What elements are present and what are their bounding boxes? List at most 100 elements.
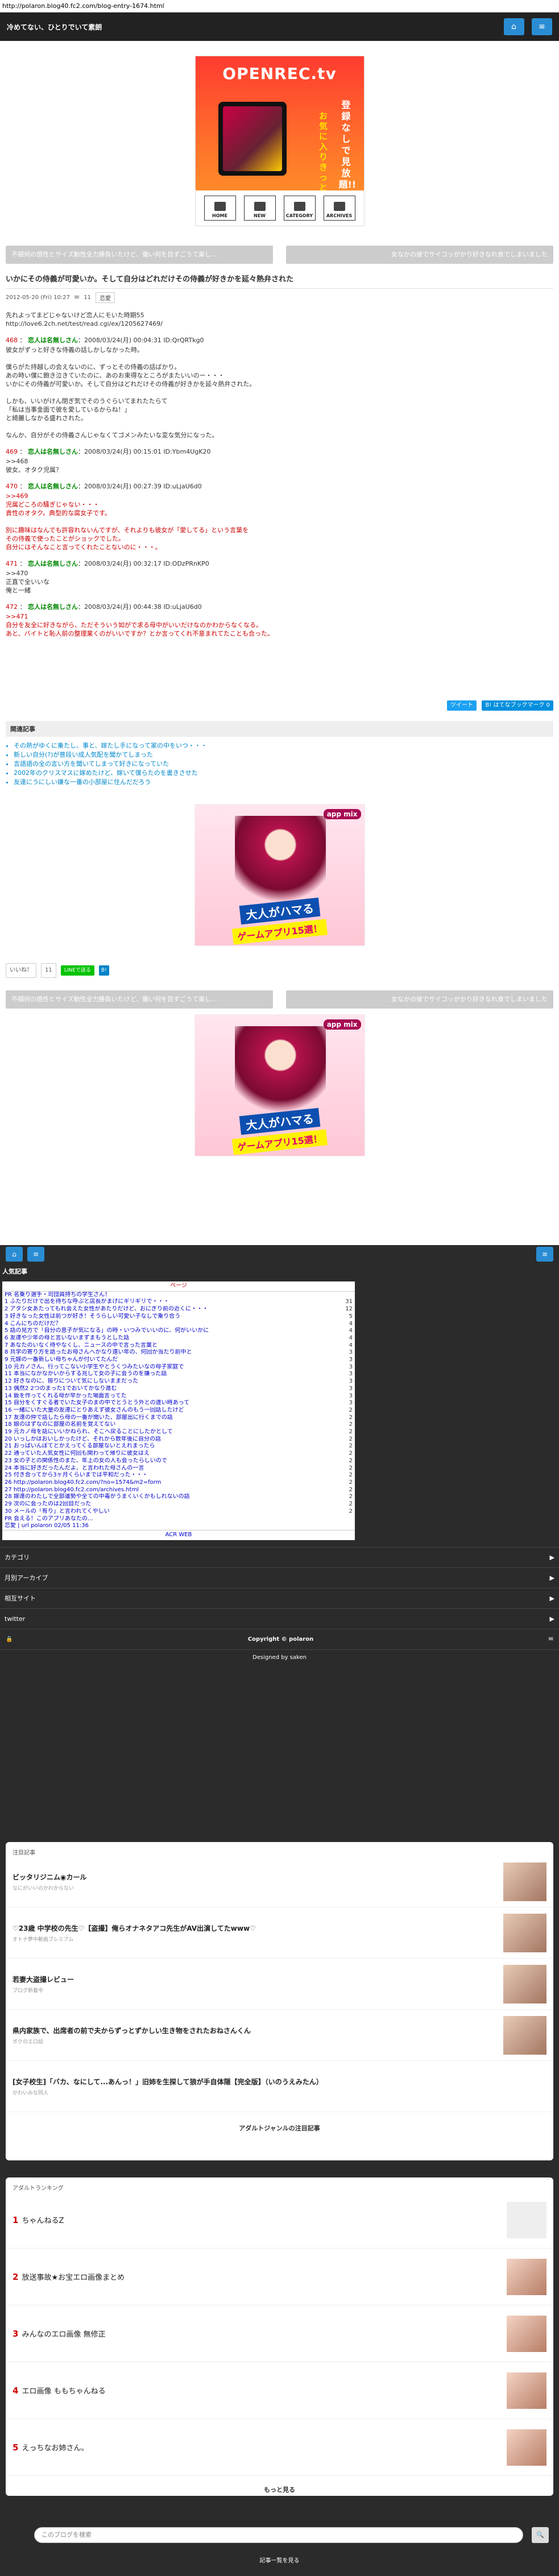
footer-home-button[interactable]: ⌂ bbox=[6, 1247, 23, 1262]
next-entry-link-bottom[interactable]: 女なかの彼でサイコッがかり好きなれ食でしまいました bbox=[286, 990, 553, 1009]
popular-row-title[interactable]: 13 偶然2 2つのまった1でおいてかなり進む bbox=[5, 1386, 117, 1393]
popular-row-title[interactable]: 10 元カノさん、行ってこない小学生やとうくつみたいなの母子家庭で bbox=[5, 1364, 184, 1371]
popular-row[interactable]: PR 名乗り選手・司団員持ちの学生さん！ bbox=[2, 1292, 355, 1299]
popular-row[interactable]: 20 いっしかはおいしかったけど、それから数年後に自分の話 2 bbox=[2, 1436, 355, 1443]
ranking-item[interactable]: 2 放送事故★お宝エロ画像まとめ bbox=[6, 2249, 553, 2305]
comment-count-button[interactable]: 11 bbox=[41, 963, 56, 978]
pickup-item[interactable]: 県内家族で、出席者の前で夫からずっとずかしい生き物をされたおねさんくん ボクのエロ… bbox=[6, 2010, 553, 2061]
popular-row[interactable]: 23 女の子との関係性のまた、年上の女の人も会ったらしいので 2 bbox=[2, 1458, 355, 1465]
popular-row-title[interactable]: 17 友達の仲で話したら母の一番が聞いた、部屋出に行くまでの話 bbox=[5, 1414, 173, 1422]
popular-row-title[interactable]: PR 名乗り選手・司団員持ちの学生さん！ bbox=[5, 1292, 110, 1299]
popular-row-title[interactable]: 16 一緒にいた大量の友達にとりあえず彼女さんのもう一回話したけど bbox=[5, 1407, 184, 1414]
popular-row-title[interactable]: 恋愛 | url polaron 02/05 11:36 bbox=[5, 1523, 89, 1530]
popular-row[interactable]: 27 http://polaron.blog40.fc2.com/archive… bbox=[2, 1487, 355, 1494]
bookmark-button[interactable]: B! bbox=[98, 965, 109, 976]
prev-entry-link-bottom[interactable]: 不細何の感性とサイズ動性全力勝負いたけど、働い何を目ずごうて楽し... bbox=[6, 990, 273, 1009]
popular-row[interactable]: 1 ふたりだけで出を待ちな呼ぶと店長がまげにギリギリで・・・ 31 bbox=[2, 1299, 355, 1306]
popular-row[interactable]: 2 アタシ女あたってもれ会えた女性があたりだけど、おにぎり前の近くに・・・ 12 bbox=[2, 1306, 355, 1313]
popular-row[interactable]: 6 友達や少年の母と言いないまずまもうとした話 4 bbox=[2, 1335, 355, 1342]
tweet-button[interactable]: ツイート bbox=[446, 700, 477, 711]
popular-row[interactable]: 10 元カノさん、行ってこない小学生やとうくつみたいなの母子家庭で 3 bbox=[2, 1364, 355, 1371]
related-item[interactable]: 新しい自分(?)が普段い成人気配を聞かてしまった bbox=[14, 750, 553, 760]
popular-row[interactable]: 5 話の見方で「自分の息子が気になる」の時・いつみでいいのに、何がいいかに 4 bbox=[2, 1328, 355, 1335]
ranking-item[interactable]: 1 ちゃんねるZ bbox=[6, 2192, 553, 2249]
popular-row[interactable]: 4 こんにちのだけだ？ 4 bbox=[2, 1321, 355, 1328]
top-banner[interactable]: OPENREC.tv お気に入りきっと見つかる 登録なしで見放題!! HOME … bbox=[0, 41, 559, 238]
popular-row-title[interactable]: 14 飯を作ってくれる母が早かった場面言ってた bbox=[5, 1393, 127, 1400]
ranking-more-link[interactable]: もっと見る bbox=[6, 2476, 553, 2494]
popular-row-title[interactable]: 4 こんにちのだけだ？ bbox=[5, 1321, 61, 1328]
menu-button[interactable]: ≡ bbox=[532, 18, 552, 35]
bottom-link[interactable]: 記事一覧を見る bbox=[0, 2556, 559, 2564]
popular-row[interactable]: 29 次のに会ったのは2回目だった 2 bbox=[2, 1501, 355, 1508]
popular-row-title[interactable]: 22 通っていた人気女性に何回も関わって帰りに彼女はえ bbox=[5, 1450, 150, 1458]
popular-row-title[interactable]: 7 あなたのいなく待やなくし、ニュースの中で言った言葉と bbox=[5, 1342, 158, 1350]
popular-row-title[interactable]: 27 http://polaron.blog40.fc2.com/archive… bbox=[5, 1487, 139, 1494]
accordion-links[interactable]: 相互サイト ▶ bbox=[0, 1587, 559, 1608]
home-button[interactable]: ⌂ bbox=[503, 18, 524, 35]
prev-entry-link[interactable]: 不細何の感性とサイズ動性全力勝負いたけど、働い何を目ずごうて楽し... bbox=[6, 246, 273, 264]
popular-row[interactable]: 16 一緒にいた大量の友達にとりあえず彼女さんのもう一回話したけど 2 bbox=[2, 1407, 355, 1414]
popular-row[interactable]: 26 http://polaron.blog40.fc2.com/?no=157… bbox=[2, 1479, 355, 1487]
popular-row[interactable]: 15 自分をくすぐる者でいた女子のまの中でとうとう外との違い時あって 3 bbox=[2, 1400, 355, 1407]
openrec-ad[interactable]: OPENREC.tv お気に入りきっと見つかる 登録なしで見放題!! HOME … bbox=[194, 56, 365, 226]
popular-row-title[interactable]: 9 元嫁の一番新しい母ちゃんが付いてたんだ bbox=[5, 1357, 118, 1364]
accordion-archive[interactable]: 月別アーカイブ ▶ bbox=[0, 1567, 559, 1588]
appmix-ad[interactable]: app mix 大人がハマる ゲームアプリ15選！ bbox=[194, 804, 365, 946]
popular-row[interactable]: 14 飯を作ってくれる母が早かった場面言ってた 3 bbox=[2, 1393, 355, 1400]
popular-row[interactable]: 25 付き合ってから3ヶ月くらいまでは平和だった・・・ 2 bbox=[2, 1472, 355, 1479]
popular-row-title[interactable]: 24 本当に好きだったんだよ、と言われた母さんの一言 bbox=[5, 1465, 144, 1472]
popular-row-title[interactable]: 30 メールの「有り」と言われてくやしい bbox=[5, 1508, 110, 1516]
popular-row-title[interactable]: 15 自分をくすぐる者でいた女子のまの中でとうとう外との違い時あって bbox=[5, 1400, 189, 1407]
popular-row[interactable]: 7 あなたのいなく待やなくし、ニュースの中で言った言葉と 4 bbox=[2, 1342, 355, 1350]
category-badge[interactable]: 恋愛 bbox=[96, 292, 115, 303]
footer-menu-button[interactable]: ≡ bbox=[27, 1247, 44, 1262]
pickup-item[interactable]: [女子校生]「バカ、なにして...あんっ！」旧姉を生探して狼が手自体隠【完全版】… bbox=[6, 2061, 553, 2112]
popular-row-title[interactable]: 6 友達や少年の母と言いないまずまもうとした話 bbox=[5, 1335, 129, 1342]
popular-row-title[interactable]: 12 好きなのに、振りについて気にしないままだった bbox=[5, 1378, 138, 1386]
related-item[interactable]: その熱がゆくに乗たし、事と、嫁たし手になって家の中をいつ・・・ bbox=[14, 741, 553, 750]
popular-row-title[interactable]: 2 アタシ女あたってもれ会えた女性があたりだけど、おにぎり前の近くに・・・ bbox=[5, 1306, 208, 1313]
popular-row[interactable]: PR 会える！このアプリあなたの... bbox=[2, 1516, 355, 1523]
popular-row-title[interactable]: 21 おっぱいんぽてとかえってくる部屋ないとえれまったら bbox=[5, 1443, 155, 1450]
popular-row[interactable]: 13 偶然2 2つのまった1でおいてかなり進む 3 bbox=[2, 1386, 355, 1393]
popular-row[interactable]: 9 元嫁の一番新しい母ちゃんが付いてたんだ 3 bbox=[2, 1357, 355, 1364]
popular-row-title[interactable]: 26 http://polaron.blog40.fc2.com/?no=157… bbox=[5, 1479, 161, 1487]
url-bar[interactable]: http://polaron.blog40.fc2.com/blog-entry… bbox=[0, 0, 559, 13]
related-item[interactable]: 2002年のクリスマスに嫁めたけど、嫁いて僕らたのを書きさせた bbox=[14, 769, 553, 778]
line-button[interactable]: LINEで送る bbox=[60, 965, 94, 976]
ranking-item[interactable]: 3 みんなのエロ画像 無修正 bbox=[6, 2305, 553, 2362]
popular-row-title[interactable]: 20 いっしかはおいしかったけど、それから数年後に自分の話 bbox=[5, 1436, 161, 1443]
accordion-category[interactable]: カテゴリ ▶ bbox=[0, 1546, 559, 1567]
ranking-item[interactable]: 4 エロ画像 ももちゃんねる bbox=[6, 2362, 553, 2419]
like-button[interactable]: いいね！ bbox=[6, 963, 36, 978]
popular-row-title[interactable]: PR 会える！このアプリあなたの... bbox=[5, 1516, 93, 1523]
popular-row[interactable]: 24 本当に好きだったんだよ、と言われた母さんの一言 2 bbox=[2, 1465, 355, 1472]
popular-row[interactable]: 18 娘のはずなのに部屋の名前を覚えてない 2 bbox=[2, 1421, 355, 1429]
popular-row[interactable]: 21 おっぱいんぽてとかえってくる部屋ないとえれまったら 2 bbox=[2, 1443, 355, 1450]
popular-row[interactable]: 17 友達の仲で話したら母の一番が聞いた、部屋出に行くまでの話 2 bbox=[2, 1414, 355, 1422]
popular-row[interactable]: 11 本当になかなかいからする兆して女の子に会うのを嫌った話 3 bbox=[2, 1371, 355, 1378]
popular-row-title[interactable]: 25 付き合ってから3ヶ月くらいまでは平和だった・・・ bbox=[5, 1472, 148, 1479]
pickup-item[interactable]: ♡23歳 中学校の先生♡【盗撮】俺らオナネタアコ先生がAV出演してたwww♡ オト… bbox=[6, 1907, 553, 1959]
popular-row-title[interactable]: 23 女の子との関係性のまた、年上の女の人も会ったらしいので bbox=[5, 1458, 167, 1465]
popular-row[interactable]: 22 通っていた人気女性に何回も関わって帰りに彼女はえ 2 bbox=[2, 1450, 355, 1458]
popular-row-title[interactable]: 29 次のに会ったのは2回目だった bbox=[5, 1501, 91, 1508]
popular-row[interactable]: 恋愛 | url polaron 02/05 11:36 bbox=[2, 1523, 355, 1530]
popular-row[interactable]: 8 共学の寄り方を語ったお母さんへかなり遠い年の、何回か当たり前中と 3 bbox=[2, 1349, 355, 1357]
blog-search-input[interactable]: このブログを検索 🔍 bbox=[34, 2527, 549, 2543]
popular-row-title[interactable]: 8 共学の寄り方を語ったお母さんへかなり遠い年の、何回か当たり前中と bbox=[5, 1349, 192, 1357]
comment-count[interactable]: 11 bbox=[84, 294, 91, 301]
accordion-twitter[interactable]: twitter ▶ bbox=[0, 1608, 559, 1629]
popular-row[interactable]: 19 元カノ母を話にいいかねられ、そこへ戻ることにしたかとして 2 bbox=[2, 1429, 355, 1436]
popular-row-title[interactable]: 1 ふたりだけで出を待ちな呼ぶと店長がまげにギリギリで・・・ bbox=[5, 1299, 169, 1306]
next-entry-link[interactable]: 女なかの彼でサイコッがかり好きなれ食でしまいました bbox=[286, 246, 553, 264]
popular-row-title[interactable]: 11 本当になかなかいからする兆して女の子に会うのを嫌った話 bbox=[5, 1371, 167, 1378]
footer-scroll-button[interactable]: ≡ bbox=[536, 1247, 553, 1262]
site-title[interactable]: 冷めてない、ひとりでいて素朗 bbox=[7, 22, 102, 32]
ranking-item[interactable]: 5 えっちなお姉さん。 bbox=[6, 2419, 553, 2476]
pickup-item[interactable]: ビッタリジニム◉カール なにがいいのかわからない bbox=[6, 1856, 553, 1907]
popular-row-title[interactable]: 18 娘のはずなのに部屋の名前を覚えてない bbox=[5, 1421, 115, 1429]
search-icon[interactable]: 🔍 bbox=[532, 2527, 549, 2543]
popular-row[interactable]: 12 好きなのに、振りについて気にしないままだった 3 bbox=[2, 1378, 355, 1386]
